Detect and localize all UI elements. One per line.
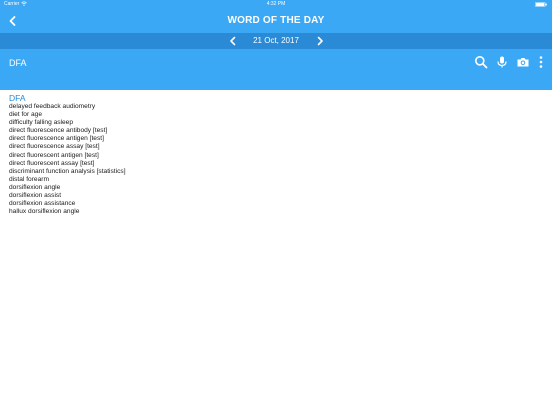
search-bar: DFA <box>0 49 552 90</box>
status-bar: Carrier 4:32 PM <box>0 0 552 9</box>
list-item[interactable]: direct fluorescent assay [test] <box>9 160 539 168</box>
list-item[interactable]: hallux dorsiflexion angle <box>9 208 539 216</box>
list-item[interactable]: direct fluorescent antigen [test] <box>9 152 539 160</box>
expansion-list: delayed feedback audiometry diet for age d… <box>9 103 539 216</box>
microphone-icon[interactable] <box>495 55 509 69</box>
battery-icon <box>535 2 547 7</box>
page-title: WORD OF THE DAY <box>227 15 325 26</box>
search-input[interactable]: DFA <box>9 58 27 68</box>
title-bar: WORD OF THE DAY <box>0 9 552 33</box>
list-item[interactable]: direct fluorescence antibody [test] <box>9 127 539 135</box>
next-day-chevron-icon[interactable] <box>314 35 326 47</box>
status-time: 4:32 PM <box>266 1 286 7</box>
search-icon[interactable] <box>474 55 488 69</box>
list-item[interactable]: diet for age <box>9 111 539 119</box>
list-item[interactable]: dorsiflexion angle <box>9 184 539 192</box>
list-item[interactable]: delayed feedback audiometry <box>9 103 539 111</box>
more-vertical-icon[interactable] <box>536 55 546 69</box>
camera-icon[interactable] <box>516 55 530 69</box>
list-item[interactable]: dorsiflexion assistance <box>9 200 539 208</box>
list-item[interactable]: direct fluorescence antigen [test] <box>9 135 539 143</box>
list-item[interactable]: direct fluorescence assay [test] <box>9 143 539 151</box>
list-item[interactable]: distal forearm <box>9 176 539 184</box>
list-item[interactable]: discriminant function analysis [statisti… <box>9 168 539 176</box>
list-item[interactable]: difficulty falling asleep <box>9 119 539 127</box>
list-item[interactable]: dorsiflexion assist <box>9 192 539 200</box>
results-list: DFA delayed feedback audiometry diet for … <box>9 93 539 216</box>
date-navigation: 21 Oct, 2017 <box>0 33 552 49</box>
current-date: 21 Oct, 2017 <box>253 36 299 45</box>
result-heading: DFA <box>9 93 26 103</box>
